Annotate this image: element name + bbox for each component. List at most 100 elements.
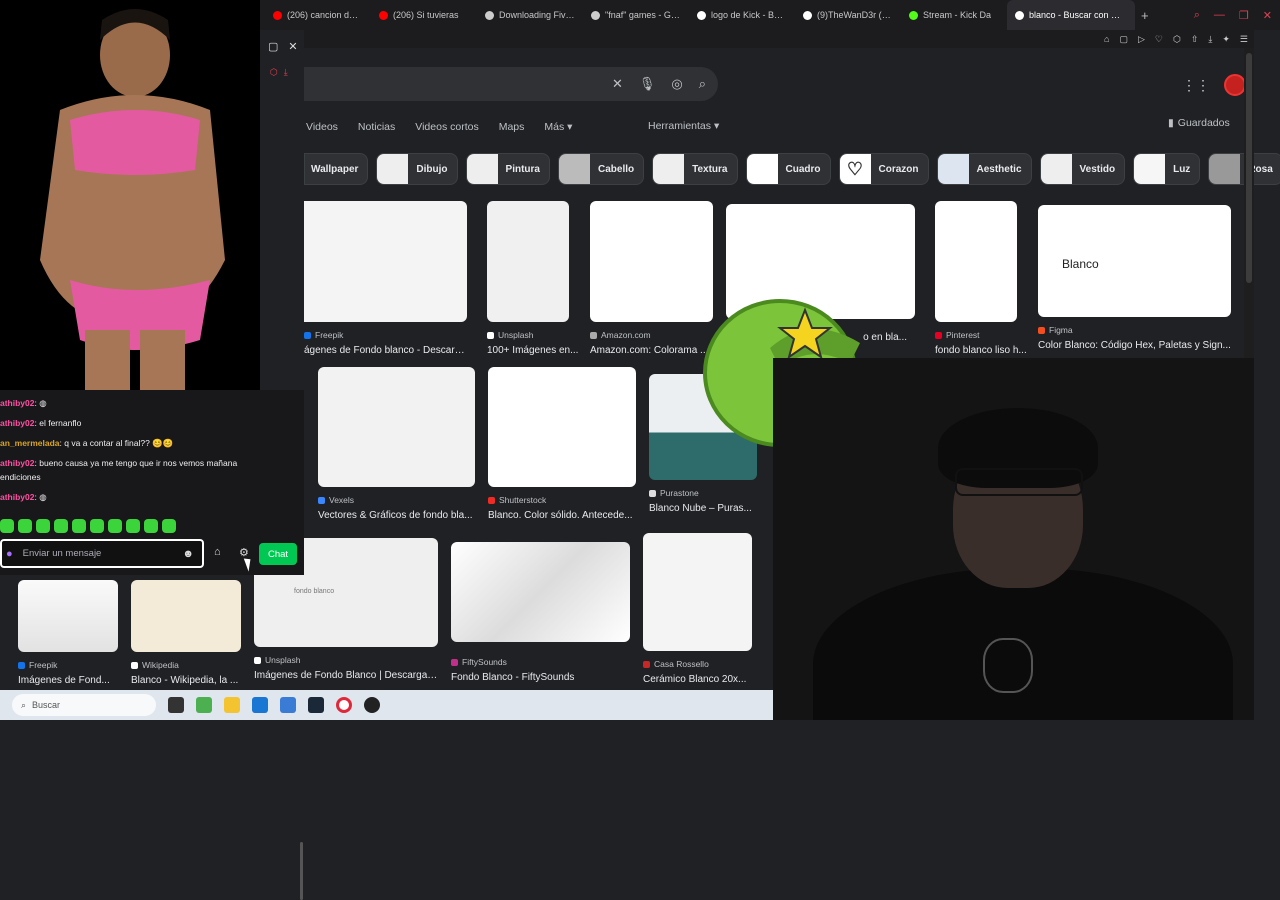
emote-icon[interactable] — [90, 519, 104, 533]
avatar[interactable] — [1224, 74, 1246, 96]
emote-icon[interactable] — [126, 519, 140, 533]
tab-0[interactable]: (206) cancion de ns — [265, 0, 371, 30]
result-title[interactable]: Cerámico Blanco 20x... — [643, 674, 763, 685]
clear-icon[interactable]: ✕ — [612, 76, 623, 92]
minecraft-icon[interactable] — [196, 697, 212, 713]
settings-app-icon[interactable] — [280, 697, 296, 713]
image-result[interactable]: Vexels Vectores & Gráficos de fondo bla.… — [318, 367, 475, 521]
chip-wallpaper[interactable]: Wallpaper — [304, 153, 369, 185]
tab-4[interactable]: logo de Kick - Busc — [689, 0, 795, 30]
heart-icon[interactable]: ♡ — [1155, 34, 1163, 45]
emote-icon[interactable] — [36, 519, 50, 533]
chip-pintura[interactable]: Pintura — [465, 153, 550, 185]
emote-icon[interactable] — [144, 519, 158, 533]
result-title[interactable]: ágenes de Fondo blanco - Descarg... — [304, 345, 467, 356]
task-view-icon[interactable] — [168, 697, 184, 713]
mic-icon[interactable]: 🎙 — [639, 76, 656, 92]
minimize-icon[interactable]: — — [1214, 9, 1225, 21]
result-title[interactable]: Color Blanco: Código Hex, Paletas y Sign… — [1038, 340, 1231, 351]
chat-username[interactable]: athiby02 — [0, 458, 35, 468]
chat-username[interactable]: an_mermelada — [0, 438, 60, 448]
chat-scrollbar[interactable] — [300, 842, 303, 900]
search-icon[interactable]: ⌕ — [699, 76, 706, 92]
extensions-icon[interactable]: ⬡ — [1173, 34, 1181, 45]
ai-icon[interactable]: ✦ — [1222, 34, 1230, 45]
chip-cuadro[interactable]: Cuadro — [745, 153, 831, 185]
lens-icon[interactable]: ◎ — [671, 76, 682, 92]
store-icon[interactable]: ⌂ — [214, 546, 221, 558]
tab-videos-cortos[interactable]: Videos cortos — [413, 121, 480, 133]
tab-videos[interactable]: Videos — [304, 121, 340, 133]
tab-3[interactable]: "fnaf" games - Gam — [583, 0, 689, 30]
tab-7-active[interactable]: blanco - Buscar con Goog — [1007, 0, 1135, 30]
saved-button[interactable]: ▮ Guardados — [1168, 117, 1230, 129]
chat-username[interactable]: athiby02 — [0, 398, 35, 408]
scrollbar-thumb[interactable] — [1246, 53, 1252, 283]
taskbar-search[interactable]: ⌕ Buscar — [12, 694, 156, 716]
result-title[interactable]: Amazon.com: Colorama ... — [590, 345, 713, 356]
chip-vestido[interactable]: Vestido — [1039, 153, 1126, 185]
image-result[interactable]: FiftySounds Fondo Blanco - FiftySounds — [451, 542, 630, 683]
store-icon[interactable] — [252, 697, 268, 713]
chip-dibujo[interactable]: Dibujo — [376, 153, 458, 185]
emote-icon[interactable] — [0, 519, 14, 533]
result-title[interactable]: Vectores & Gráficos de fondo bla... — [318, 510, 478, 521]
close-icon[interactable]: ✕ — [1263, 9, 1272, 22]
image-result[interactable]: Pinterest fondo blanco liso h... — [935, 201, 1027, 356]
maximize-icon[interactable]: ❐ — [1239, 9, 1249, 22]
steam-icon[interactable] — [308, 697, 324, 713]
image-result[interactable]: Freepik ágenes de Fondo blanco - Descarg… — [304, 201, 467, 356]
play-icon[interactable]: ▷ — [1138, 34, 1145, 45]
tab-mas[interactable]: Más ▾ — [542, 121, 574, 133]
chip-textura[interactable]: Textura — [652, 153, 738, 185]
result-title[interactable]: Blanco. Color sólido. Antecede... — [488, 510, 638, 521]
tab-maps[interactable]: Maps — [497, 121, 527, 133]
popout-icon[interactable]: ⬡ — [270, 67, 278, 78]
result-title[interactable]: 100+ Imágenes en... — [487, 345, 607, 356]
chip-aesthetic[interactable]: Aesthetic — [936, 153, 1032, 185]
result-title[interactable]: Imágenes de Fondo Blanco | Descarga ... — [254, 670, 438, 681]
result-title[interactable]: Imágenes de Fond... — [18, 675, 118, 686]
search-tabs-icon[interactable]: ⌕ — [1194, 9, 1200, 22]
result-title[interactable]: Fondo Blanco - FiftySounds — [451, 672, 630, 683]
chip-corazon[interactable]: ♡ Corazon — [838, 153, 929, 185]
image-result[interactable]: Blanco Figma Color Blanco: Código Hex, P… — [1038, 205, 1231, 351]
obs-icon[interactable] — [364, 697, 380, 713]
apps-grid-icon[interactable]: ⋮⋮ — [1182, 77, 1210, 94]
share-icon[interactable]: ⇧ — [1191, 34, 1199, 45]
tab-6[interactable]: Stream - Kick Da — [901, 0, 1007, 30]
close-icon[interactable]: ✕ — [288, 40, 297, 53]
tab-1[interactable]: (206) Si tuvieras — [371, 0, 477, 30]
emote-icon[interactable] — [162, 519, 176, 533]
menu-icon[interactable]: ☰ — [1240, 34, 1248, 45]
download-icon[interactable]: ⤓ — [1208, 34, 1212, 45]
mic-icon[interactable]: ● — [6, 548, 13, 560]
opera-icon[interactable] — [336, 697, 352, 713]
image-result[interactable]: Amazon.com Amazon.com: Colorama ... — [590, 201, 713, 356]
tools-button[interactable]: Herramientas ▾ — [648, 120, 719, 132]
emoji-icon[interactable]: ☻ — [182, 548, 194, 560]
chat-send-button[interactable]: Chat — [259, 543, 297, 565]
snapshot-icon[interactable]: ▢ — [1119, 34, 1128, 45]
emote-icon[interactable] — [72, 519, 86, 533]
tab-noticias[interactable]: Noticias — [356, 121, 397, 133]
chat-input[interactable]: ● Enviar un mensaje ☻ — [0, 539, 204, 568]
image-result[interactable]: Wikipedia Blanco - Wikipedia, la ... — [131, 580, 241, 686]
image-result[interactable]: Freepik Imágenes de Fond... — [18, 580, 118, 686]
result-title[interactable]: Blanco Nube – Puras... — [649, 503, 759, 514]
emote-icon[interactable] — [108, 519, 122, 533]
new-tab-icon[interactable]: + — [1141, 8, 1149, 23]
chip-luz[interactable]: Luz — [1133, 153, 1201, 185]
image-result[interactable]: Shutterstock Blanco. Color sólido. Antec… — [488, 367, 636, 521]
emote-icon[interactable] — [18, 519, 32, 533]
image-result[interactable]: Unsplash 100+ Imágenes en... — [487, 201, 578, 356]
tab-5[interactable]: (9)TheWanD3r (@th — [795, 0, 901, 30]
tab-2[interactable]: Downloading Five N — [477, 0, 583, 30]
search-input[interactable]: ✕ 🎙 ◎ ⌕ — [304, 67, 718, 101]
chat-username[interactable]: athiby02 — [0, 418, 35, 428]
pin-icon[interactable]: ⌂ — [1104, 34, 1109, 44]
chip-cabello[interactable]: Cabello — [557, 153, 645, 185]
emote-icon[interactable] — [54, 519, 68, 533]
result-title[interactable]: Blanco - Wikipedia, la ... — [131, 675, 241, 686]
image-result[interactable]: Casa Rossello Cerámico Blanco 20x... — [643, 533, 752, 685]
